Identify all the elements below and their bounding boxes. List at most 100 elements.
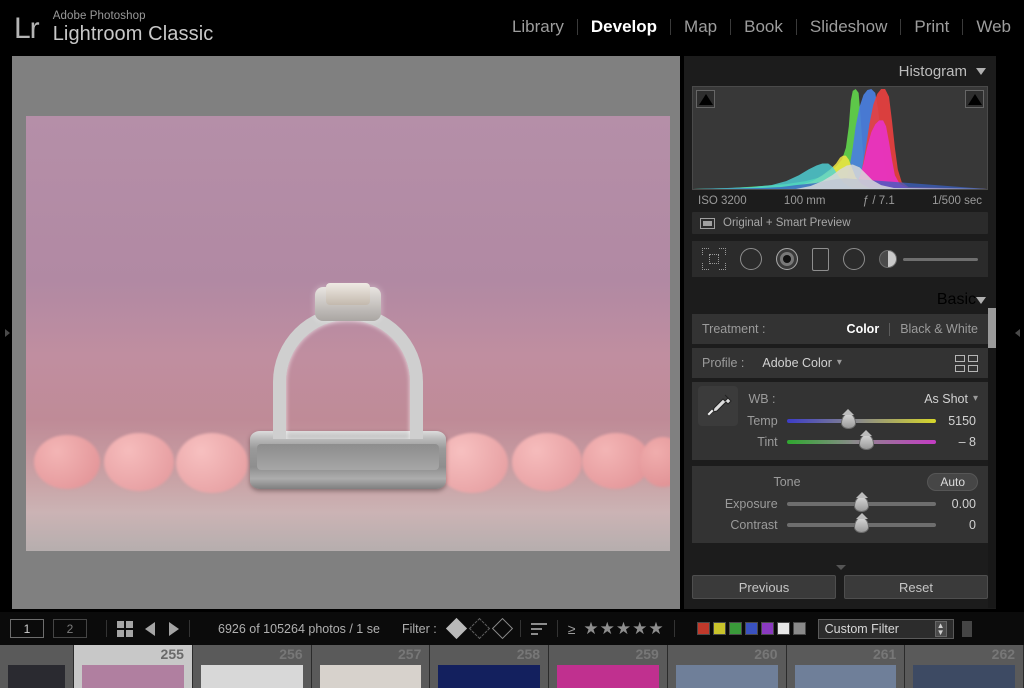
go-forward-button[interactable] [169, 621, 179, 636]
color-label-swatch[interactable] [776, 622, 790, 635]
filmstrip-thumbnail[interactable]: 257 [311, 645, 431, 688]
exposure-knob[interactable] [854, 495, 870, 512]
filmstrip-thumbnail[interactable]: 256 [192, 645, 312, 688]
exposure-value[interactable]: 0.00 [936, 497, 978, 511]
divider [106, 620, 107, 637]
star-3[interactable]: ★ [616, 619, 631, 639]
module-slideshow[interactable]: Slideshow [797, 17, 901, 37]
star-1[interactable]: ★ [583, 619, 598, 639]
auto-tone-button[interactable]: Auto [927, 473, 978, 491]
chevron-down-icon[interactable] [976, 67, 986, 75]
module-library[interactable]: Library [499, 17, 577, 37]
temp-slider[interactable] [786, 412, 936, 429]
thumbnail-image[interactable] [675, 665, 778, 688]
module-map[interactable]: Map [671, 17, 730, 37]
thumbnail-image[interactable] [794, 665, 897, 688]
lightroom-window: Lr Adobe Photoshop Lightroom Classic Lib… [0, 0, 1024, 688]
contrast-knob[interactable] [854, 516, 870, 533]
module-print[interactable]: Print [901, 17, 962, 37]
wb-stepper-icon[interactable]: ▾ [973, 394, 978, 404]
module-book[interactable]: Book [731, 17, 796, 37]
thumbnail-image[interactable] [438, 665, 541, 688]
wb-eyedropper-tool[interactable] [698, 386, 738, 426]
profile-stepper-icon[interactable]: ▾ [837, 358, 842, 368]
brand-title: Lightroom Classic [52, 23, 214, 45]
star-rating-filter[interactable]: ★ ★ ★ ★ ★ [583, 619, 663, 639]
scrollbar-thumb[interactable] [988, 308, 996, 348]
sort-order-button[interactable] [530, 622, 547, 635]
highlight-clipping-indicator[interactable] [965, 90, 984, 108]
color-label-swatch[interactable] [792, 622, 806, 635]
star-4[interactable]: ★ [632, 619, 647, 639]
brush-icon[interactable] [879, 250, 897, 268]
color-label-swatch[interactable] [760, 622, 774, 635]
module-picker: Library Develop Map Book Slideshow Print Web [499, 17, 1024, 37]
page-one-button[interactable]: 1 [10, 619, 44, 638]
tint-slider[interactable] [786, 433, 936, 450]
star-5[interactable]: ★ [648, 619, 663, 639]
right-panel-toggle[interactable] [1012, 326, 1022, 340]
flag-unflagged-icon[interactable] [468, 617, 490, 640]
color-label-swatch[interactable] [696, 622, 710, 635]
profile-value[interactable]: Adobe Color [762, 356, 832, 370]
exposure-slider[interactable] [786, 495, 936, 512]
treatment-color-option[interactable]: Color [847, 322, 880, 336]
adjustment-brush-tool[interactable] [879, 250, 978, 268]
image-canvas[interactable] [12, 56, 680, 609]
thumbnail-image[interactable] [8, 665, 66, 688]
thumbnail-image[interactable] [913, 665, 1016, 688]
profile-browser-button[interactable] [955, 354, 978, 372]
smart-preview-label: Original + Smart Preview [723, 217, 851, 229]
smart-preview-status[interactable]: Original + Smart Preview [692, 212, 988, 234]
previous-button[interactable]: Previous [692, 575, 836, 599]
flag-picked-icon[interactable] [445, 617, 467, 640]
filmstrip-thumbnail[interactable]: 259 [549, 645, 668, 688]
page-two-button[interactable]: 2 [53, 619, 87, 638]
basic-panel-header[interactable]: Basic [684, 286, 996, 314]
filmstrip-thumbnail[interactable]: 260 [667, 645, 787, 688]
shadow-clipping-indicator[interactable] [696, 90, 715, 108]
right-panel-scrollbar[interactable] [988, 308, 996, 608]
spot-removal-tool[interactable] [740, 248, 762, 270]
left-panel-toggle[interactable] [2, 326, 12, 340]
color-label-swatch[interactable] [744, 622, 758, 635]
custom-filter-dropdown[interactable]: Custom Filter ▲ ▼ [817, 618, 954, 639]
chevron-down-icon[interactable] [976, 296, 986, 304]
thumbnail-image[interactable] [319, 665, 422, 688]
grid-view-button[interactable] [117, 620, 133, 637]
filmstrip-thumbnail[interactable]: 262 [905, 645, 1024, 688]
tint-knob[interactable] [858, 433, 874, 450]
thumbnail-image[interactable] [82, 665, 184, 688]
graduated-filter-tool[interactable] [812, 247, 829, 271]
rating-comparison-operator[interactable]: ≥ [568, 621, 576, 637]
loupe-photo[interactable] [26, 116, 670, 551]
contrast-slider[interactable] [786, 516, 936, 533]
crop-overlay-tool[interactable] [702, 248, 726, 270]
filmstrip-thumbnail[interactable]: 258 [430, 645, 550, 688]
histogram-graph[interactable] [692, 86, 988, 190]
treatment-bw-option[interactable]: Black & White [900, 322, 978, 336]
filmstrip-thumbnail[interactable]: 255 [74, 645, 193, 688]
reset-button[interactable]: Reset [844, 575, 988, 599]
module-web[interactable]: Web [963, 17, 1024, 37]
filter-lock-button[interactable] [961, 620, 972, 637]
tint-value[interactable]: – 8 [936, 435, 978, 449]
color-label-swatch[interactable] [712, 622, 726, 635]
thumbnail-image[interactable] [557, 665, 659, 688]
temp-knob[interactable] [840, 412, 856, 429]
thumbnail-image[interactable] [200, 665, 303, 688]
histogram-panel-header[interactable]: Histogram [684, 56, 996, 86]
filmstrip-thumbnail[interactable]: 261 [786, 645, 906, 688]
flag-rejected-icon[interactable] [491, 617, 513, 640]
wb-value[interactable]: As Shot [924, 392, 968, 406]
color-label-swatch[interactable] [728, 622, 742, 635]
temp-value[interactable]: 5150 [936, 414, 978, 428]
brush-size-track[interactable] [903, 257, 978, 261]
star-2[interactable]: ★ [600, 619, 615, 639]
go-back-button[interactable] [145, 621, 155, 636]
radial-filter-tool[interactable] [843, 248, 865, 270]
filmstrip-thumbnail[interactable] [0, 645, 75, 688]
contrast-value[interactable]: 0 [936, 518, 978, 532]
red-eye-tool[interactable] [776, 248, 798, 270]
module-develop[interactable]: Develop [578, 17, 670, 37]
